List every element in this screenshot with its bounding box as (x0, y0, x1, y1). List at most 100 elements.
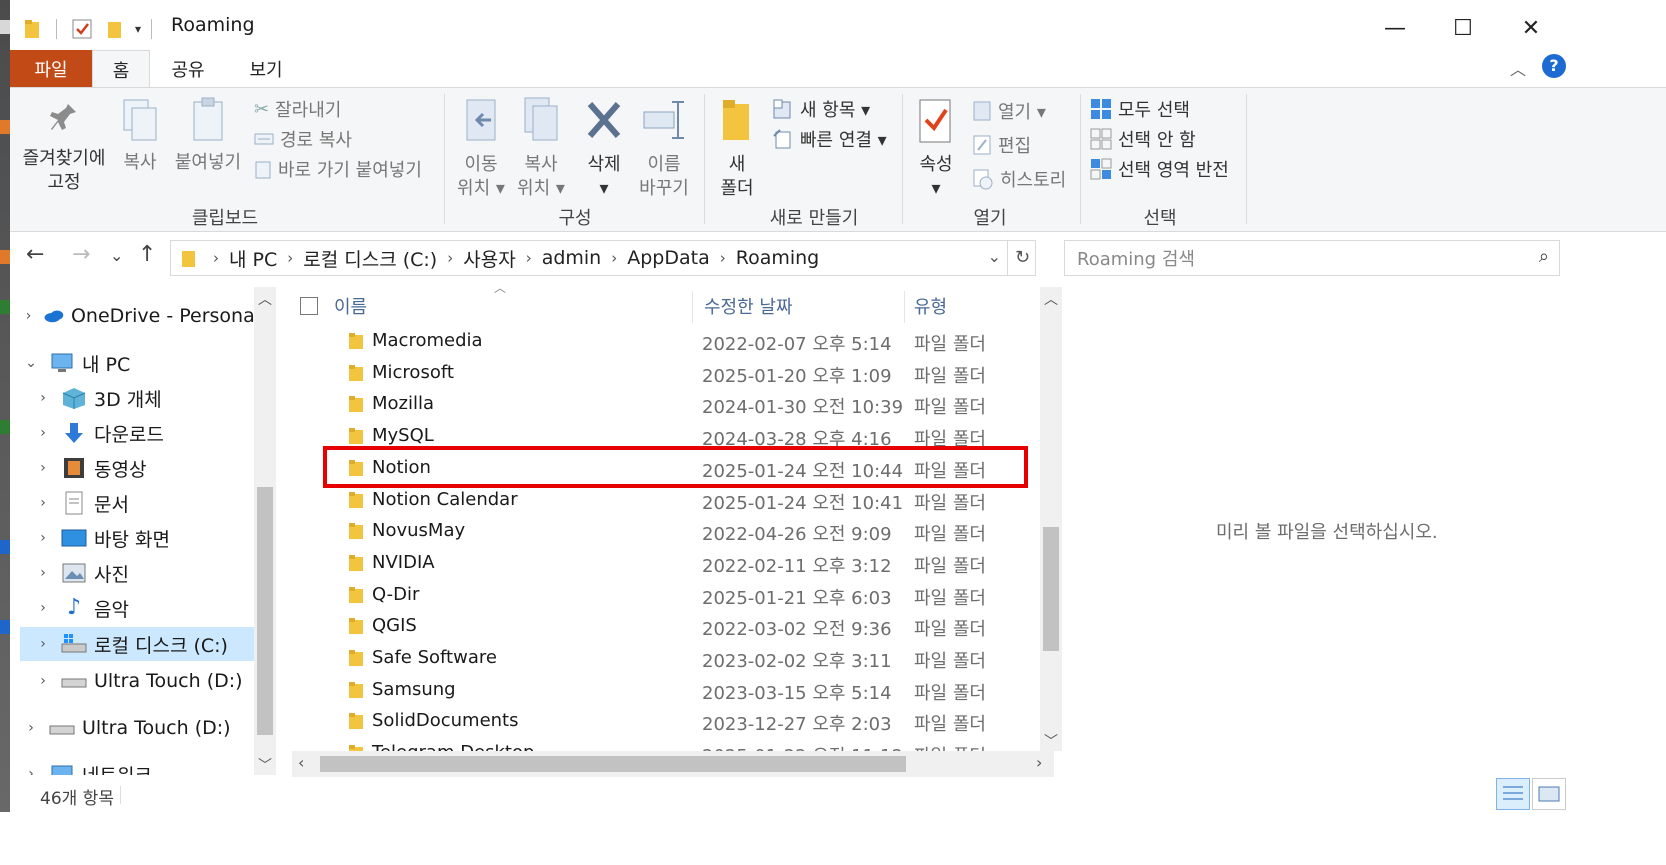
select-none-button[interactable]: 선택 안 함 (1090, 126, 1196, 152)
tab-home[interactable]: 홈 (92, 50, 150, 88)
scrollbar-thumb[interactable] (257, 487, 273, 735)
help-icon[interactable]: ? (1542, 54, 1566, 78)
history-button[interactable]: 히스토리 (972, 166, 1066, 192)
file-row[interactable]: NovusMay 2022-04-26 오전 9:09 파일 폴더 (292, 515, 1062, 547)
large-icons-view-button[interactable] (1532, 778, 1566, 810)
copy-to-button[interactable]: 복사 위치 ▾ (514, 96, 568, 201)
copy-path-button[interactable]: 경로 복사 (254, 126, 352, 152)
file-row[interactable]: Samsung 2023-03-15 오후 5:14 파일 폴더 (292, 674, 1062, 706)
file-list-scrollbar[interactable]: ︿ ﹀ (1040, 287, 1062, 751)
breadcrumb-item[interactable]: AppData (627, 247, 710, 269)
expand-chevron-icon[interactable]: › (20, 308, 37, 324)
minimize-button[interactable]: — (1360, 0, 1430, 56)
select-all-checkbox[interactable] (300, 297, 318, 315)
file-row[interactable]: Mozilla 2024-01-30 오전 10:39 파일 폴더 (292, 388, 1062, 420)
column-header-date[interactable]: 수정한 날짜 (704, 287, 904, 325)
expand-chevron-icon[interactable]: › (32, 495, 54, 511)
qa-customize-icon[interactable]: ▾ (135, 22, 141, 36)
column-header-name[interactable]: 이름 ︿ (334, 287, 684, 325)
breadcrumb-separator-icon[interactable]: › (447, 249, 453, 267)
scroll-right-arrow-icon[interactable]: › (1036, 753, 1042, 772)
breadcrumb-separator-icon[interactable]: › (287, 249, 293, 267)
tab-file[interactable]: 파일 (10, 50, 92, 88)
scrollbar-thumb[interactable] (320, 756, 906, 772)
expand-chevron-icon[interactable]: › (32, 390, 54, 406)
edit-button[interactable]: 편집 (972, 132, 1031, 158)
file-row[interactable]: SolidDocuments 2023-12-27 오후 2:03 파일 폴더 (292, 705, 1062, 737)
scroll-down-arrow-icon[interactable]: ﹀ (258, 755, 272, 775)
properties-button[interactable]: 속성 ▾ (910, 96, 962, 201)
breadcrumb-item[interactable]: 로컬 디스크 (C:) (303, 245, 437, 272)
file-row[interactable]: Microsoft 2025-01-20 오후 1:09 파일 폴더 (292, 357, 1062, 389)
tab-share[interactable]: 공유 (158, 50, 218, 88)
tree-item-network[interactable]: › 네트워크 (20, 757, 260, 775)
tree-item-downloads[interactable]: › 다운로드 (32, 416, 260, 450)
file-row[interactable]: QGIS 2022-03-02 오전 9:36 파일 폴더 (292, 610, 1062, 642)
move-to-button[interactable]: 이동 위치 ▾ (454, 96, 508, 201)
navigation-pane-scrollbar[interactable]: ︿ ﹀ (254, 287, 276, 775)
new-item-button[interactable]: 새 항목 ▾ (772, 96, 870, 122)
file-row[interactable]: NVIDIA 2022-02-11 오후 3:12 파일 폴더 (292, 547, 1062, 579)
breadcrumb-item[interactable]: 사용자 (463, 245, 515, 272)
tree-item-ultra-touch-d-root[interactable]: › Ultra Touch (D:) (20, 711, 260, 745)
horizontal-scrollbar[interactable]: ‹ › (292, 751, 1054, 777)
recent-locations-chevron-icon[interactable]: ⌄ (110, 246, 123, 265)
tree-item-pictures[interactable]: › 사진 (32, 556, 260, 590)
paste-button[interactable]: 붙여넣기 (170, 96, 246, 175)
expand-chevron-icon[interactable]: ⌄ (20, 355, 42, 371)
collapse-ribbon-icon[interactable]: ︿ (1510, 56, 1526, 80)
breadcrumb-item[interactable]: 내 PC (229, 245, 277, 272)
scroll-up-arrow-icon[interactable]: ︿ (258, 289, 272, 309)
search-icon[interactable]: ⌕ (1539, 246, 1549, 267)
address-dropdown-icon[interactable]: ⌄ (988, 247, 1001, 266)
forward-arrow-icon[interactable]: → (72, 242, 90, 267)
expand-chevron-icon[interactable]: › (32, 600, 54, 616)
expand-chevron-icon[interactable]: › (32, 636, 54, 652)
search-input[interactable]: Roaming 검색 ⌕ (1064, 240, 1560, 276)
scroll-left-arrow-icon[interactable]: ‹ (298, 753, 304, 772)
tab-view[interactable]: 보기 (236, 50, 296, 88)
file-row[interactable]: Q-Dir 2025-01-21 오후 6:03 파일 폴더 (292, 579, 1062, 611)
expand-chevron-icon[interactable]: › (32, 565, 54, 581)
tree-item-3d-objects[interactable]: › 3D 개체 (32, 381, 260, 415)
expand-chevron-icon[interactable]: › (32, 673, 54, 689)
column-divider[interactable] (904, 291, 905, 323)
breadcrumb-separator-icon[interactable]: › (526, 249, 532, 267)
expand-chevron-icon[interactable]: › (32, 425, 54, 441)
tree-item-desktop[interactable]: › 바탕 화면 (32, 521, 260, 555)
breadcrumb-item[interactable]: admin (542, 247, 602, 269)
back-arrow-icon[interactable]: ← (26, 242, 44, 267)
scroll-down-arrow-icon[interactable]: ﹀ (1044, 731, 1058, 751)
tree-item-onedrive[interactable]: › OneDrive - Personal (20, 299, 260, 333)
properties-check-icon[interactable] (71, 18, 93, 40)
copy-button[interactable]: 복사 (118, 96, 162, 175)
new-folder-button[interactable]: 새 폴더 (714, 96, 760, 201)
expand-chevron-icon[interactable]: › (20, 720, 42, 736)
select-all-button[interactable]: 모두 선택 (1090, 96, 1190, 122)
breadcrumb-separator-icon[interactable]: › (611, 249, 617, 267)
file-row[interactable]: Macromedia 2022-02-07 오후 5:14 파일 폴더 (292, 325, 1062, 357)
tree-item-ultra-touch-d[interactable]: › Ultra Touch (D:) (32, 664, 260, 698)
file-row[interactable]: Safe Software 2023-02-02 오후 3:11 파일 폴더 (292, 642, 1062, 674)
tree-item-music[interactable]: › ♪ 음악 (32, 591, 260, 625)
refresh-icon[interactable]: ↻ (1007, 241, 1037, 275)
delete-button[interactable]: 삭제 ▾ (580, 96, 628, 201)
cut-button[interactable]: ✂ 잘라내기 (254, 96, 341, 122)
breadcrumb-separator-icon[interactable]: › (720, 249, 726, 267)
paste-shortcut-button[interactable]: 바로 가기 붙여넣기 (254, 156, 422, 182)
tree-item-videos[interactable]: › 동영상 (32, 451, 260, 485)
invert-selection-button[interactable]: 선택 영역 반전 (1090, 156, 1229, 182)
rename-button[interactable]: 이름 바꾸기 (636, 96, 692, 201)
tree-item-local-disk-c[interactable]: › 로컬 디스크 (C:) (20, 627, 264, 661)
file-row[interactable]: Telegram Desktop 2025-01-22 오전 11:12 파일 폴더 (292, 737, 1062, 751)
tree-item-this-pc[interactable]: ⌄ 내 PC (20, 346, 260, 380)
details-view-button[interactable] (1496, 778, 1530, 810)
expand-chevron-icon[interactable]: › (32, 460, 54, 476)
scrollbar-thumb[interactable] (1043, 527, 1059, 651)
column-divider[interactable] (692, 291, 693, 323)
up-arrow-icon[interactable]: ↑ (138, 242, 156, 267)
pin-to-quick-access-button[interactable]: 즐겨찾기에 고정 (14, 100, 114, 195)
maximize-button[interactable]: ☐ (1428, 0, 1498, 56)
tree-item-documents[interactable]: › 문서 (32, 486, 260, 520)
close-button[interactable]: ✕ (1496, 0, 1566, 56)
